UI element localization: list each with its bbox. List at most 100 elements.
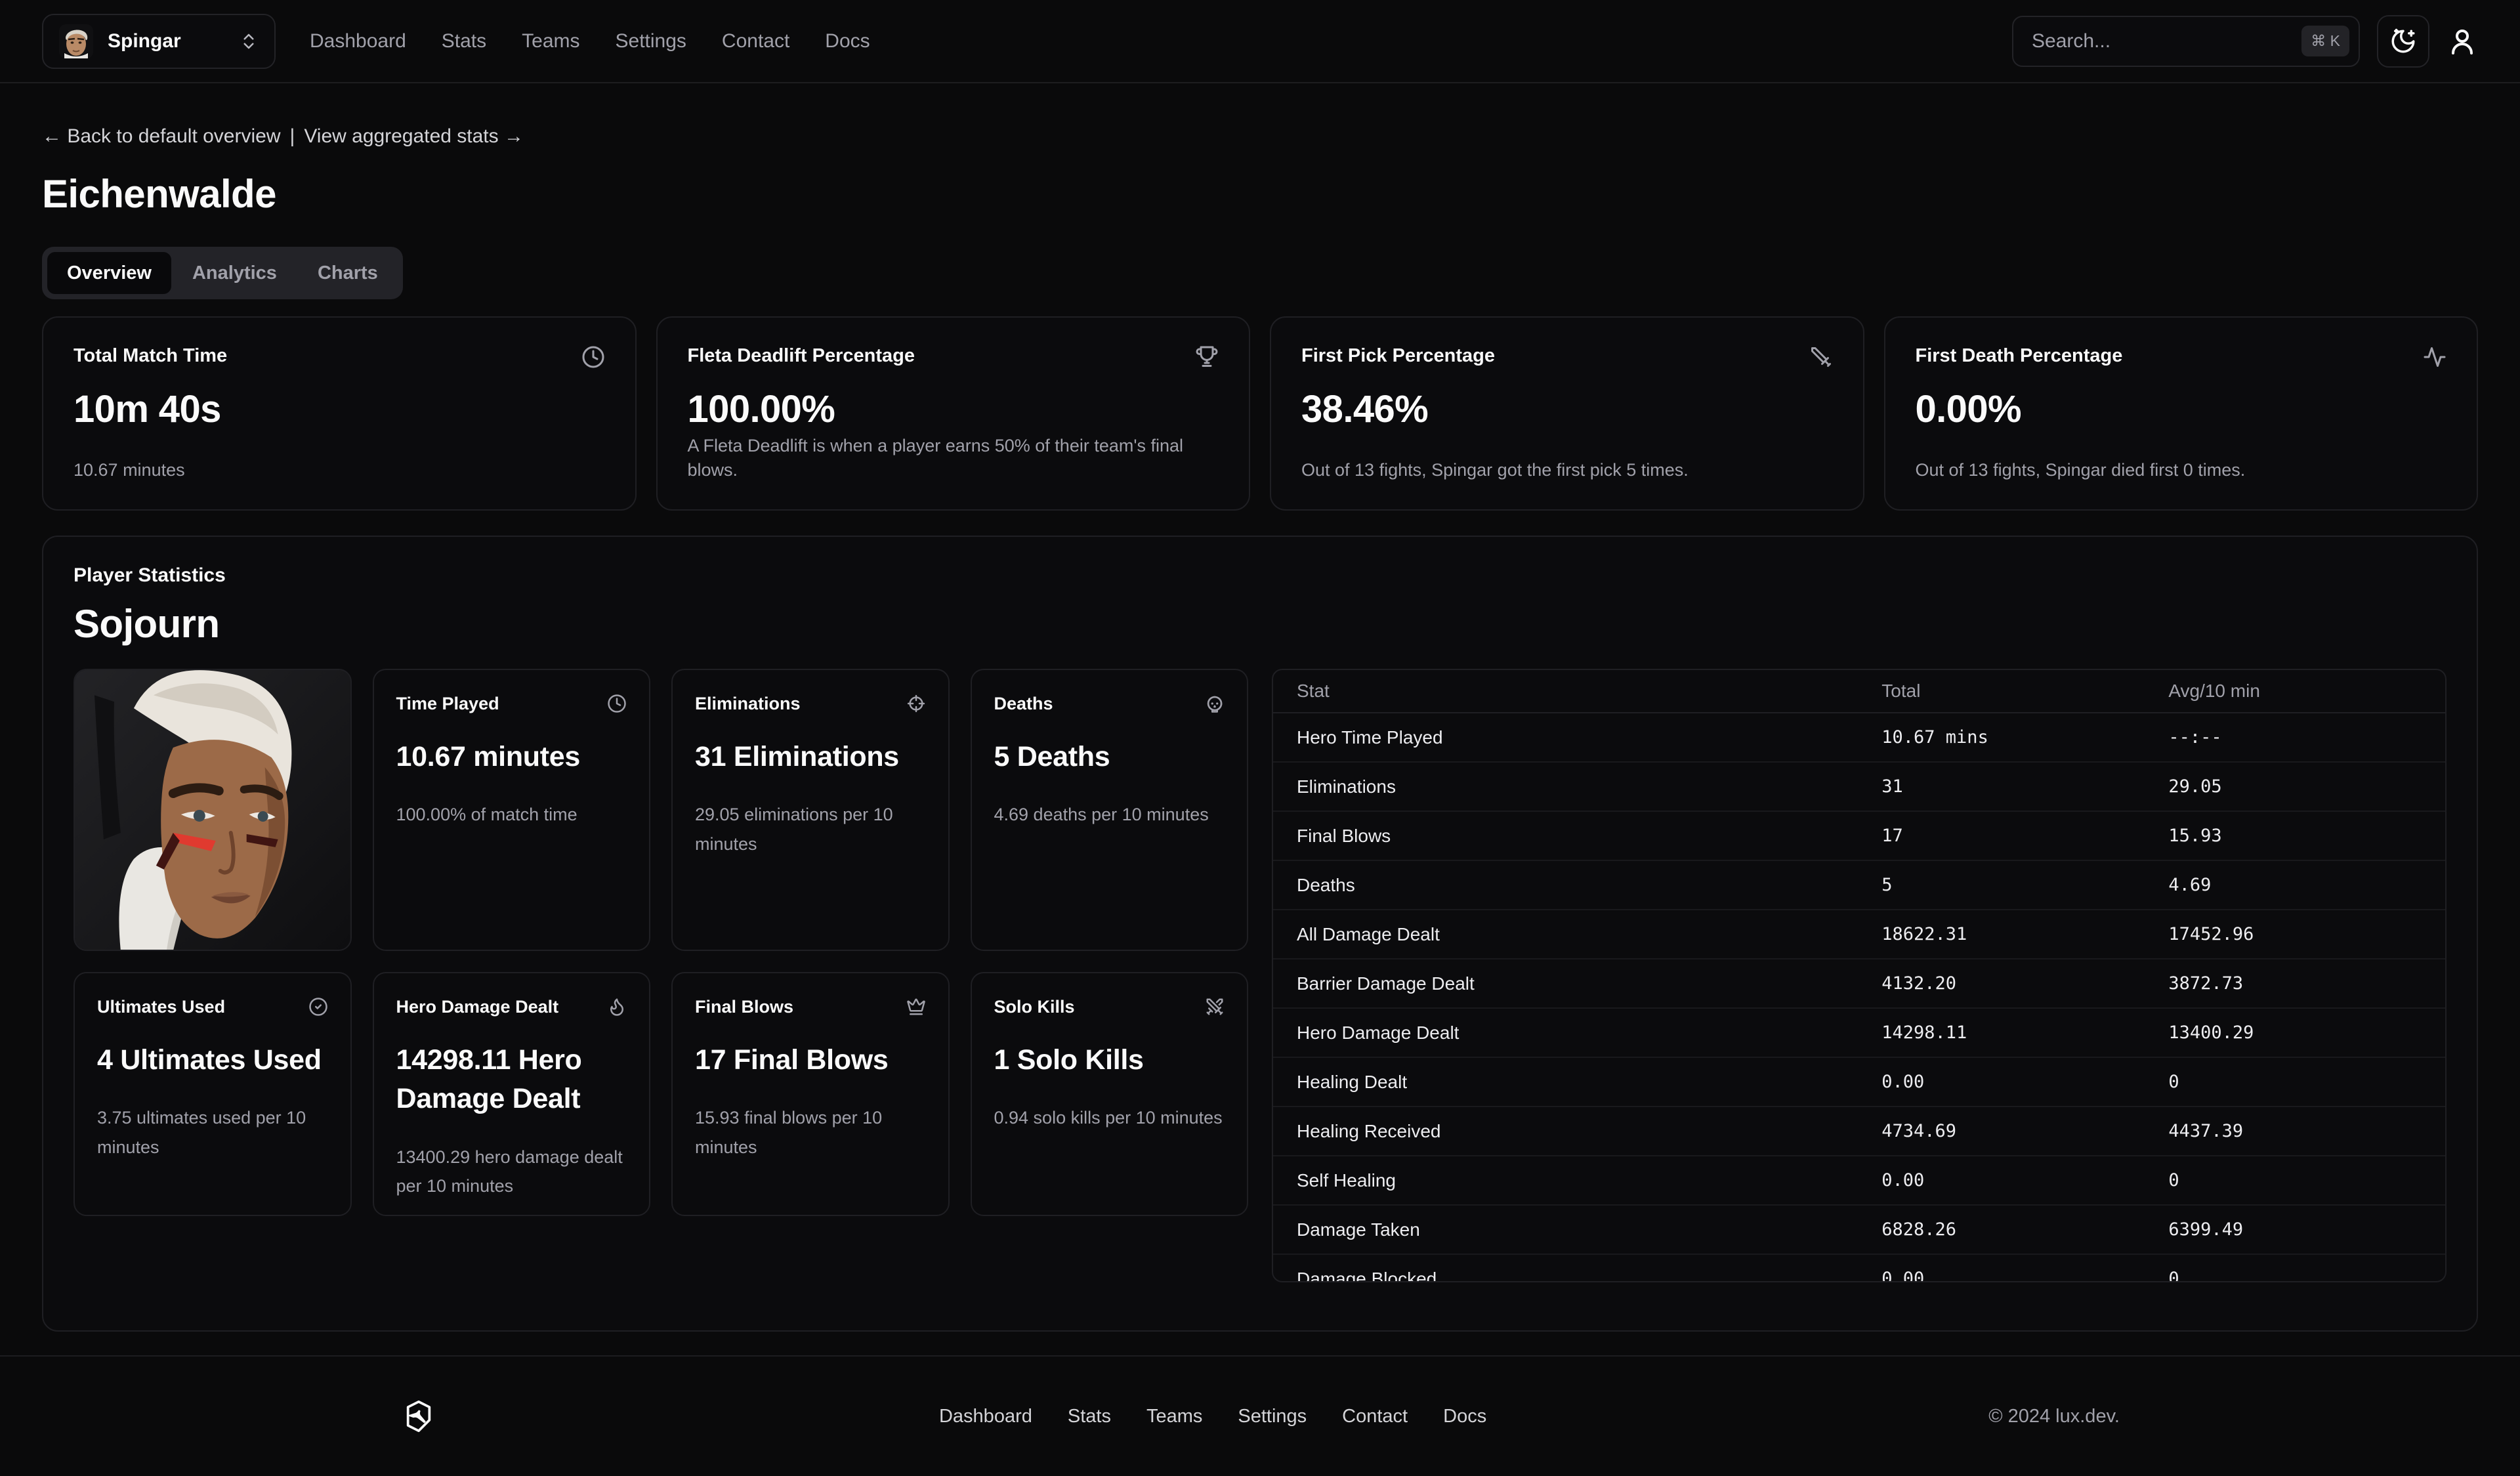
player-statistics-heading: Player Statistics (74, 564, 2446, 587)
circle-check-icon (308, 997, 328, 1017)
breadcrumb-separator: | (290, 125, 295, 148)
stat-card-description: 10.67 minutes (74, 458, 605, 482)
footer: Dashboard Stats Teams Settings Contact D… (0, 1355, 2520, 1476)
player-stats-table: Stat Total Avg/10 min Hero Time Played10… (1272, 669, 2446, 1282)
top-nav: Spingar Dashboard Stats Teams Settings C… (0, 0, 2520, 83)
table-header-stat: Stat (1297, 681, 1881, 702)
clock-icon (607, 694, 627, 713)
hero-card-title: Eliminations (695, 694, 801, 714)
stat-card-first-pick: First Pick Percentage 38.46% Out of 13 f… (1270, 316, 1864, 511)
primary-nav: Dashboard Stats Teams Settings Contact D… (310, 30, 870, 53)
nav-link-stats[interactable]: Stats (442, 30, 486, 53)
page-title: Eichenwalde (42, 171, 2478, 217)
hero-card-solo-kills: Solo Kills 1 Solo Kills 0.94 solo kills … (971, 972, 1249, 1216)
hero-card-title: Time Played (396, 694, 499, 714)
stat-card-title: First Pick Percentage (1301, 345, 1495, 367)
nav-link-contact[interactable]: Contact (722, 30, 789, 53)
hero-name: Sojourn (74, 601, 2446, 646)
skull-icon (1205, 694, 1225, 713)
table-row: Hero Time Played10.67 mins--:-- (1273, 713, 2445, 763)
hero-card-description: 100.00% of match time (396, 800, 627, 830)
user-icon (2446, 26, 2478, 57)
hero-card-title: Ultimates Used (97, 997, 225, 1017)
tab-charts[interactable]: Charts (298, 252, 398, 294)
summary-stat-grid: Total Match Time 10m 40s 10.67 minutes F… (42, 316, 2478, 511)
team-selector-label: Spingar (108, 30, 181, 53)
tab-bar: Overview Analytics Charts (42, 247, 403, 299)
hero-card-description: 3.75 ultimates used per 10 minutes (97, 1103, 328, 1162)
stat-card-title: First Death Percentage (1916, 345, 2123, 367)
view-aggregated-stats-link[interactable]: View aggregated stats → (304, 125, 524, 148)
activity-icon (2423, 345, 2446, 369)
flame-icon (607, 997, 627, 1017)
nav-link-docs[interactable]: Docs (825, 30, 870, 53)
hero-card-time-played: Time Played 10.67 minutes 100.00% of mat… (373, 669, 651, 951)
hero-card-value: 31 Eliminations (695, 738, 926, 776)
stat-card-description: Out of 13 fights, Spingar died first 0 t… (1916, 458, 2447, 482)
stat-card-value: 10m 40s (74, 387, 605, 431)
hero-card-title: Deaths (994, 694, 1053, 714)
hero-stat-card-grid: Time Played 10.67 minutes 100.00% of mat… (74, 669, 1248, 1216)
stat-card-first-death: First Death Percentage 0.00% Out of 13 f… (1884, 316, 2479, 511)
stat-card-title: Total Match Time (74, 345, 227, 367)
hero-card-hero-damage-dealt: Hero Damage Dealt 14298.11 Hero Damage D… (373, 972, 651, 1216)
nav-link-teams[interactable]: Teams (522, 30, 579, 53)
back-to-overview-link[interactable]: ← Back to default overview (42, 125, 281, 148)
stat-card-description: Out of 13 fights, Spingar got the first … (1301, 458, 1833, 482)
hero-card-ultimates-used: Ultimates Used 4 Ultimates Used 3.75 ult… (74, 972, 352, 1216)
nav-link-settings[interactable]: Settings (616, 30, 686, 53)
footer-link-dashboard[interactable]: Dashboard (939, 1406, 1032, 1427)
lux-logo-icon (400, 1398, 437, 1435)
table-row: Self Healing0.000 (1273, 1156, 2445, 1206)
hero-card-value: 1 Solo Kills (994, 1041, 1225, 1080)
footer-link-settings[interactable]: Settings (1238, 1406, 1307, 1427)
hero-card-title: Solo Kills (994, 997, 1075, 1017)
stat-card-value: 38.46% (1301, 387, 1833, 431)
stat-card-value: 100.00% (688, 387, 1219, 431)
stat-card-description: A Fleta Deadlift is when a player earns … (688, 434, 1219, 482)
footer-link-docs[interactable]: Docs (1443, 1406, 1486, 1427)
hero-card-value: 4 Ultimates Used (97, 1041, 328, 1080)
search-box[interactable]: ⌘ K (2012, 16, 2360, 67)
hero-card-title: Final Blows (695, 997, 793, 1017)
hero-card-description: 0.94 solo kills per 10 minutes (994, 1103, 1225, 1133)
theme-toggle-button[interactable] (2377, 15, 2429, 68)
tab-overview[interactable]: Overview (47, 252, 171, 294)
player-statistics-panel: Player Statistics Sojourn (42, 536, 2478, 1332)
table-row: Final Blows1715.93 (1273, 812, 2445, 861)
nav-link-dashboard[interactable]: Dashboard (310, 30, 406, 53)
stat-card-total-match-time: Total Match Time 10m 40s 10.67 minutes (42, 316, 637, 511)
table-row: Deaths54.69 (1273, 861, 2445, 910)
footer-link-teams[interactable]: Teams (1146, 1406, 1202, 1427)
hero-portrait (74, 669, 352, 951)
table-row: Damage Blocked0.000 (1273, 1255, 2445, 1282)
trophy-icon (1195, 345, 1219, 369)
nav-left: Spingar Dashboard Stats Teams Settings C… (42, 14, 870, 69)
search-input[interactable] (2032, 30, 2301, 53)
footer-nav: Dashboard Stats Teams Settings Contact D… (939, 1406, 1486, 1427)
hero-card-description: 4.69 deaths per 10 minutes (994, 800, 1225, 830)
hero-card-final-blows: Final Blows 17 Final Blows 15.93 final b… (671, 972, 950, 1216)
sword-icon (1809, 345, 1833, 369)
footer-link-stats[interactable]: Stats (1068, 1406, 1111, 1427)
tab-analytics[interactable]: Analytics (173, 252, 297, 294)
table-row: Healing Dealt0.000 (1273, 1058, 2445, 1107)
hero-card-value: 10.67 minutes (396, 738, 627, 776)
hero-card-value: 17 Final Blows (695, 1041, 926, 1080)
avatar (59, 24, 93, 58)
table-header: Stat Total Avg/10 min (1273, 670, 2445, 713)
table-row: All Damage Dealt18622.3117452.96 (1273, 910, 2445, 959)
table-row: Healing Received4734.694437.39 (1273, 1107, 2445, 1156)
table-header-avg: Avg/10 min (2168, 681, 2422, 702)
stat-card-fleta-deadlift: Fleta Deadlift Percentage 100.00% A Flet… (656, 316, 1251, 511)
hero-card-value: 5 Deaths (994, 738, 1225, 776)
footer-link-contact[interactable]: Contact (1342, 1406, 1408, 1427)
moon-stars-icon (2389, 28, 2417, 55)
hero-card-title: Hero Damage Dealt (396, 997, 559, 1017)
team-selector[interactable]: Spingar (42, 14, 276, 69)
hero-card-deaths: Deaths 5 Deaths 4.69 deaths per 10 minut… (971, 669, 1249, 951)
table-row: Eliminations3129.05 (1273, 763, 2445, 812)
breadcrumb: ← Back to default overview | View aggreg… (42, 125, 2478, 148)
hero-card-description: 15.93 final blows per 10 minutes (695, 1103, 926, 1162)
user-menu-button[interactable] (2446, 26, 2478, 57)
